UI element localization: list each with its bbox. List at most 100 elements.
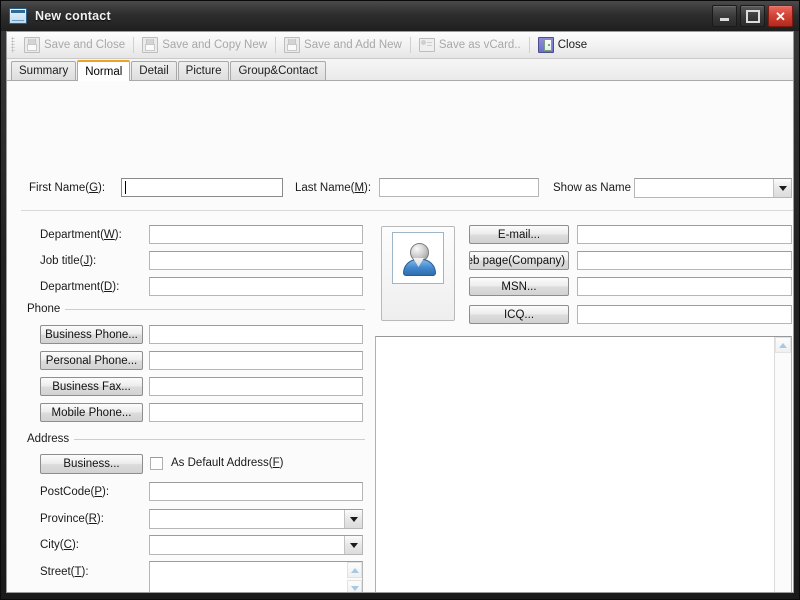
tab-normal[interactable]: Normal <box>77 60 131 81</box>
business-fax-input[interactable] <box>149 377 363 396</box>
contact-window-icon <box>9 8 27 24</box>
street-scrollbar[interactable] <box>347 562 362 592</box>
toolbar-separator <box>409 37 411 53</box>
province-combobox[interactable] <box>149 509 363 529</box>
city-label: City(C): <box>40 539 79 551</box>
icq-input[interactable] <box>577 305 792 324</box>
notes-scrollbar[interactable] <box>774 337 791 592</box>
tab-summary[interactable]: Summary <box>11 61 77 80</box>
chevron-down-icon <box>778 185 787 191</box>
as-default-address-label: As Default Address(F) <box>171 457 284 469</box>
maximize-button[interactable] <box>740 5 765 27</box>
as-default-address-checkbox[interactable] <box>150 457 163 470</box>
toolbar-separator <box>528 37 530 53</box>
notes-textarea[interactable] <box>375 336 792 592</box>
job-title-label: Job title(J): <box>40 255 97 267</box>
normal-tab-panel: First Name(G): Last Name(M): Show as Nam… <box>7 81 793 592</box>
province-value <box>150 510 344 528</box>
close-button[interactable]: ✕ <box>768 5 793 27</box>
contact-photo-button[interactable] <box>381 226 455 321</box>
street-scroll-down-button[interactable] <box>347 580 362 592</box>
save-icon <box>24 37 40 53</box>
close-toolbar-label: Close <box>557 39 588 51</box>
department-w-input[interactable] <box>149 225 363 244</box>
save-icon <box>284 37 301 53</box>
department-d-input[interactable] <box>149 277 363 296</box>
show-as-name-label: Show as Name <box>553 182 631 194</box>
web-page-company-button[interactable]: Web page(Company) <box>469 251 569 270</box>
icq-button[interactable]: ICQ... <box>469 305 569 324</box>
toolbar: Save and Close Save and Copy New Save an… <box>7 32 793 59</box>
save-icon <box>142 37 159 53</box>
show-as-name-combobox[interactable] <box>634 178 792 198</box>
first-name-input[interactable] <box>121 178 283 197</box>
tab-group-contact[interactable]: Group&Contact <box>230 61 326 80</box>
toolbar-separator <box>133 37 135 53</box>
msn-button[interactable]: MSN... <box>469 277 569 296</box>
maximize-icon <box>745 9 760 23</box>
save-as-vcard-button[interactable]: Save as vCard.. <box>413 34 527 56</box>
email-input[interactable] <box>577 225 792 244</box>
notes-value <box>376 337 774 592</box>
personal-phone-button[interactable]: Personal Phone... <box>40 351 143 370</box>
window-title: New contact <box>35 9 111 23</box>
group-separator-line <box>74 438 365 440</box>
business-phone-button[interactable]: Business Phone... <box>40 325 143 344</box>
new-contact-window: New contact ✕ Save and Close Save and Co… <box>0 0 800 600</box>
close-icon: ✕ <box>775 8 786 24</box>
save-and-copy-new-button[interactable]: Save and Copy New <box>136 34 273 56</box>
last-name-label: Last Name(M): <box>295 182 372 194</box>
province-dropdown-button[interactable] <box>344 510 362 528</box>
city-dropdown-button[interactable] <box>344 536 362 554</box>
person-avatar-icon <box>401 241 436 276</box>
city-combobox[interactable] <box>149 535 363 555</box>
postcode-input[interactable] <box>149 482 363 501</box>
web-page-company-label: Web page(Company) <box>470 254 566 267</box>
business-fax-button[interactable]: Business Fax... <box>40 377 143 396</box>
save-and-close-label: Save and Close <box>44 39 126 51</box>
door-icon <box>537 37 554 53</box>
tab-detail[interactable]: Detail <box>131 61 177 80</box>
close-toolbar-button[interactable]: Close <box>532 34 593 56</box>
chevron-down-icon <box>349 516 358 522</box>
address-group-title: Address <box>27 433 70 445</box>
street-scroll-up-button[interactable] <box>347 562 362 578</box>
show-as-name-value <box>635 179 773 197</box>
toolbar-grip[interactable] <box>11 37 15 53</box>
save-and-add-new-button[interactable]: Save and Add New <box>278 34 408 56</box>
email-button[interactable]: E-mail... <box>469 225 569 244</box>
vcard-icon <box>418 38 435 52</box>
phone-group-header: Phone <box>27 303 365 315</box>
province-label: Province(R): <box>40 513 104 525</box>
mobile-phone-input[interactable] <box>149 403 363 422</box>
show-as-name-dropdown-button[interactable] <box>773 179 791 197</box>
save-and-close-button[interactable]: Save and Close <box>18 34 131 56</box>
chevron-down-icon <box>349 542 358 548</box>
personal-phone-input[interactable] <box>149 351 363 370</box>
business-address-button[interactable]: Business... <box>40 454 143 474</box>
name-row-divider <box>21 210 793 211</box>
contact-photo-frame <box>392 232 444 284</box>
job-title-input[interactable] <box>149 251 363 270</box>
window-controls: ✕ <box>712 5 793 27</box>
tab-picture[interactable]: Picture <box>177 61 230 80</box>
department-d-label: Department(D): <box>40 281 120 293</box>
street-textarea[interactable] <box>149 561 363 592</box>
last-name-input[interactable] <box>379 178 539 197</box>
business-phone-input[interactable] <box>149 325 363 344</box>
minimize-button[interactable] <box>712 5 737 27</box>
client-area: Save and Close Save and Copy New Save an… <box>6 31 794 593</box>
msn-input[interactable] <box>577 277 792 296</box>
title-bar[interactable]: New contact ✕ <box>1 1 799 31</box>
tab-strip: Summary Normal Detail Picture Group&Cont… <box>7 59 793 81</box>
mobile-phone-button[interactable]: Mobile Phone... <box>40 403 143 422</box>
postcode-label: PostCode(P): <box>40 486 110 498</box>
notes-scroll-up-button[interactable] <box>775 337 791 353</box>
address-group-header: Address <box>27 433 365 445</box>
web-page-company-input[interactable] <box>577 251 792 270</box>
scroll-up-icon <box>350 567 359 573</box>
street-label: Street(T): <box>40 566 89 578</box>
scroll-up-icon <box>779 342 787 348</box>
save-and-copy-new-label: Save and Copy New <box>162 39 268 51</box>
save-and-add-new-label: Save and Add New <box>304 39 402 51</box>
